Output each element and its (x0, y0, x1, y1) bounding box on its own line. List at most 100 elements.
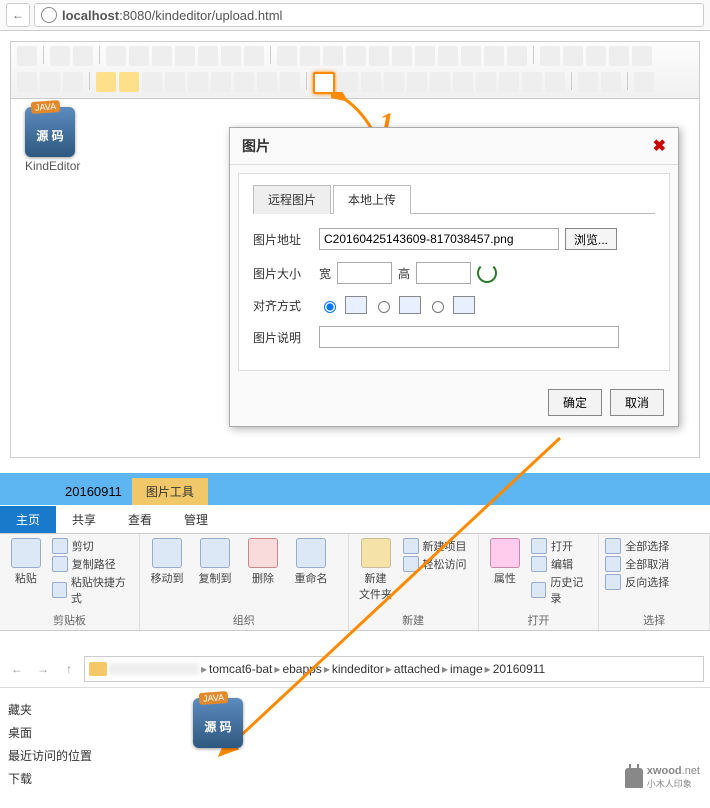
cut-button[interactable] (152, 46, 172, 66)
align-default-radio[interactable] (324, 301, 336, 313)
toolbar-button[interactable] (484, 46, 504, 66)
ok-button[interactable]: 确定 (548, 389, 602, 416)
bold-button[interactable] (142, 72, 162, 92)
invert-select-button[interactable]: 反向选择 (605, 574, 669, 590)
toolbar-button[interactable] (17, 46, 37, 66)
height-input[interactable] (416, 262, 471, 284)
history-button[interactable]: 历史记录 (531, 574, 592, 606)
delete-button[interactable]: 删除 (242, 538, 284, 586)
toolbar-button[interactable] (415, 46, 435, 66)
insert-image-button[interactable] (313, 72, 335, 94)
back-button[interactable]: ← (6, 3, 30, 27)
toolbar-button[interactable] (280, 72, 300, 92)
toolbar-button[interactable] (540, 46, 560, 66)
forecolor-button[interactable] (96, 72, 116, 92)
toolbar-button[interactable] (234, 72, 254, 92)
about-button[interactable] (634, 72, 654, 92)
refresh-icon[interactable] (477, 263, 497, 283)
align-center-button[interactable] (300, 46, 320, 66)
toolbar-button[interactable] (461, 46, 481, 66)
undo-button[interactable] (50, 46, 70, 66)
align-justify-button[interactable] (346, 46, 366, 66)
toolbar-button[interactable] (507, 46, 527, 66)
back-button[interactable]: ← (6, 658, 28, 680)
format-button[interactable] (17, 72, 37, 92)
open-button[interactable]: 打开 (531, 538, 592, 554)
forward-button[interactable]: → (32, 658, 54, 680)
tab-share[interactable]: 共享 (56, 506, 112, 533)
url-field[interactable]: localhost:8080/kindeditor/upload.html (34, 3, 704, 27)
align-left-radio[interactable] (378, 301, 390, 313)
link-button[interactable] (578, 72, 598, 92)
tab-view[interactable]: 查看 (112, 506, 168, 533)
hr-button[interactable] (453, 72, 473, 92)
copy-button[interactable] (175, 46, 195, 66)
backcolor-button[interactable] (119, 72, 139, 92)
align-left-button[interactable] (277, 46, 297, 66)
tab-home[interactable]: 主页 (0, 506, 56, 533)
tab-remote-image[interactable]: 远程图片 (253, 185, 331, 214)
sidebar-item-download[interactable]: 下载 (8, 767, 118, 790)
strike-button[interactable] (211, 72, 231, 92)
properties-button[interactable]: 属性 (485, 538, 525, 586)
toolbar-button[interactable] (563, 46, 583, 66)
toolbar-button[interactable] (338, 72, 358, 92)
tab-manage[interactable]: 管理 (168, 506, 224, 533)
easy-access-button[interactable]: 轻松访问 (403, 556, 467, 572)
file-item[interactable]: 源 码 (188, 698, 248, 748)
paste-button[interactable]: 粘贴 (6, 538, 46, 586)
up-button[interactable]: ↑ (58, 658, 80, 680)
picture-tools-tab[interactable]: 图片工具 (132, 478, 208, 505)
toolbar-button[interactable] (545, 72, 565, 92)
toolbar-button[interactable] (586, 46, 606, 66)
cut-button[interactable]: 剪切 (52, 538, 133, 554)
edit-button[interactable]: 编辑 (531, 556, 592, 572)
align-right-radio[interactable] (432, 301, 444, 313)
toolbar-button[interactable] (632, 46, 652, 66)
toolbar-button[interactable] (499, 72, 519, 92)
toolbar-button[interactable] (438, 46, 458, 66)
toolbar-button[interactable] (129, 46, 149, 66)
paste-button[interactable] (198, 46, 218, 66)
paste-shortcut-button[interactable]: 粘贴快捷方式 (52, 574, 133, 606)
underline-button[interactable] (188, 72, 208, 92)
outdent-button[interactable] (392, 46, 412, 66)
emoji-button[interactable] (476, 72, 496, 92)
file-list[interactable]: 源 码 xwood.net 小木人印象 (118, 698, 710, 790)
italic-button[interactable] (165, 72, 185, 92)
image-url-input[interactable] (319, 228, 559, 250)
font-button[interactable] (40, 72, 60, 92)
sidebar-item-recent[interactable]: 最近访问的位置 (8, 744, 118, 767)
new-item-button[interactable]: 新建项目 (403, 538, 467, 554)
moveto-button[interactable]: 移动到 (146, 538, 188, 586)
flash-button[interactable] (361, 72, 381, 92)
unlink-button[interactable] (601, 72, 621, 92)
toolbar-button[interactable] (522, 72, 542, 92)
table-button[interactable] (430, 72, 450, 92)
image-desc-input[interactable] (319, 326, 619, 348)
attach-button[interactable] (407, 72, 427, 92)
breadcrumb-path[interactable]: ▸tomcat6-bat ▸ebapps ▸kindeditor ▸attach… (84, 656, 704, 682)
rename-button[interactable]: 重命名 (290, 538, 332, 586)
redo-button[interactable] (73, 46, 93, 66)
browse-button[interactable]: 浏览... (565, 228, 617, 250)
new-folder-button[interactable]: 新建 文件夹 (355, 538, 397, 602)
align-right-button[interactable] (323, 46, 343, 66)
media-button[interactable] (384, 72, 404, 92)
toolbar-button[interactable] (106, 46, 126, 66)
copy-path-button[interactable]: 复制路径 (52, 556, 133, 572)
cancel-button[interactable]: 取消 (610, 389, 664, 416)
sidebar-item-favorites[interactable]: 藏夹 (8, 698, 118, 721)
fontsize-button[interactable] (63, 72, 83, 92)
tab-local-upload[interactable]: 本地上传 (333, 185, 411, 214)
toolbar-button[interactable] (257, 72, 277, 92)
width-input[interactable] (337, 262, 392, 284)
toolbar-button[interactable] (609, 46, 629, 66)
copyto-button[interactable]: 复制到 (194, 538, 236, 586)
close-button[interactable]: ✖ (653, 136, 666, 156)
toolbar-button[interactable] (244, 46, 264, 66)
sidebar-item-desktop[interactable]: 桌面 (8, 721, 118, 744)
select-all-button[interactable]: 全部选择 (605, 538, 669, 554)
select-none-button[interactable]: 全部取消 (605, 556, 669, 572)
toolbar-button[interactable] (221, 46, 241, 66)
